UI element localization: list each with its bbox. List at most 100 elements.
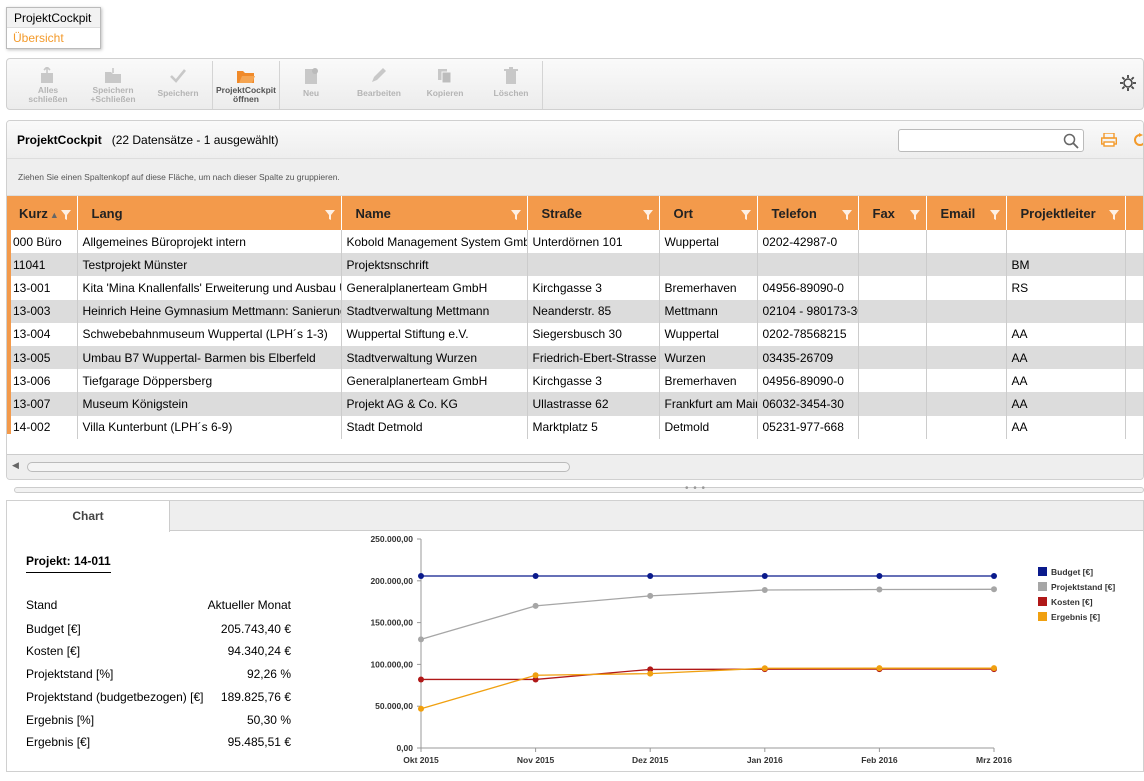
column-header-ort[interactable]: Ort: [659, 196, 758, 230]
search-icon[interactable]: [1063, 133, 1079, 149]
filter-icon[interactable]: [909, 208, 920, 223]
column-header-projektleiter[interactable]: Projektleiter: [1006, 196, 1126, 230]
scroll-left-arrow-icon[interactable]: ◀: [12, 460, 19, 471]
table-cell-projektleiter: AA: [1006, 415, 1126, 439]
projects-table: Kurz ▲ Lang Name Straße Ort Telefon Fax Email Pro…: [7, 196, 1143, 439]
y-tick-label: 150.000,00: [370, 618, 413, 628]
column-header-telefon[interactable]: Telefon: [757, 196, 859, 230]
table-row[interactable]: 13-003 Heinrich Heine Gymnasium Mettmann:…: [7, 299, 1143, 323]
toolbar-button-2[interactable]: Speichern: [147, 63, 209, 107]
table-row[interactable]: 13-004 Schwebebahnmuseum Wuppertal (LPH´s…: [7, 322, 1143, 346]
column-header-kurz[interactable]: Kurz ▲: [7, 196, 78, 230]
metric-label: Projektstand [%]: [26, 667, 114, 681]
table-cell-fax: [858, 369, 927, 393]
table-cell-overflow: [1125, 253, 1143, 277]
data-point: [532, 672, 539, 679]
table-row[interactable]: 13-007 Museum Königstein Projekt AG & Co. …: [7, 392, 1143, 416]
data-point: [418, 705, 424, 712]
panel-splitter[interactable]: • • •: [14, 483, 1144, 494]
filter-icon[interactable]: [740, 208, 751, 223]
print-icon[interactable]: [1100, 132, 1118, 150]
table-cell-email: [926, 322, 1007, 346]
group-by-hint[interactable]: Ziehen Sie einen Spaltenkopf auf diese F…: [7, 159, 1143, 196]
table-cell-ort: Bremerhaven: [659, 369, 758, 393]
project-metric-row: Projektstand [%] 92,26 %: [26, 667, 291, 681]
tab-chart[interactable]: Chart: [7, 501, 170, 532]
table-row[interactable]: 13-006 Tiefgarage Döppersberg Generalplane…: [7, 369, 1143, 393]
column-header-lang[interactable]: Lang: [77, 196, 342, 230]
metric-label: Ergebnis [%]: [26, 713, 95, 727]
toolbar-button-1[interactable]: Speichern +Schließen: [81, 63, 145, 107]
table-row[interactable]: 13-001 Kita 'Mina Knallenfalls' Erweiteru…: [7, 276, 1143, 300]
table-row[interactable]: 14-002 Villa Kunterbunt (LPH´s 6-9) Stadt …: [7, 415, 1143, 439]
table-cell-email: [926, 392, 1007, 416]
column-header-email[interactable]: Email: [926, 196, 1007, 230]
settings-gear-icon[interactable]: [1119, 74, 1137, 95]
table-cell-straße: Kirchgasse 3: [527, 276, 660, 300]
table-cell-fax: [858, 276, 927, 300]
table-cell-name: Stadtverwaltung Mettmann: [341, 299, 528, 323]
table-row[interactable]: 000 Büro Allgemeines Büroprojekt intern Ko…: [7, 230, 1143, 254]
toolbar-button-3[interactable]: ProjektCockpit öffnen: [212, 63, 280, 107]
toolbar-button-5[interactable]: Bearbeiten: [347, 63, 411, 107]
filter-icon[interactable]: [324, 208, 335, 223]
table-cell-telefon: 03435-26709: [757, 345, 859, 370]
table-cell-ort: Bremerhaven: [659, 276, 758, 300]
column-header-label: Kurz: [19, 205, 48, 221]
breadcrumb: ProjektCockpit Übersicht: [6, 7, 101, 49]
table-cell-projektleiter: AA: [1006, 369, 1126, 393]
filter-icon[interactable]: [642, 208, 653, 223]
table-cell-ort: Wuppertal: [659, 322, 758, 346]
column-header-fax[interactable]: Fax: [858, 196, 927, 230]
scrollbar-thumb[interactable]: [27, 462, 570, 472]
breadcrumb-projektcockpit[interactable]: ProjektCockpit: [7, 8, 100, 28]
toolbar-button-4[interactable]: Neu: [279, 63, 343, 107]
table-cell-name: Stadt Detmold: [341, 415, 528, 439]
toolbar-button-label: Bearbeiten: [357, 88, 401, 98]
table-cell-kurz: 13-007: [7, 392, 78, 416]
table-cell-straße: Friedrich-Ebert-Strasse 2: [527, 345, 660, 370]
toolbar-button-7[interactable]: Löschen: [479, 63, 543, 107]
search-input[interactable]: [898, 129, 1084, 152]
breadcrumb-uebersicht[interactable]: Übersicht: [7, 28, 100, 48]
toolbar-button-label: Speichern: [157, 88, 199, 98]
filter-icon[interactable]: [989, 208, 1000, 223]
table-row[interactable]: 13-005 Umbau B7 Wuppertal- Barmen bis Elb…: [7, 345, 1143, 370]
metric-label: Kosten [€]: [26, 644, 81, 658]
current-month-label: Aktueller Monat: [207, 598, 291, 612]
filter-icon[interactable]: [510, 208, 521, 223]
filter-icon[interactable]: [1108, 208, 1119, 223]
table-cell-kurz: 14-002: [7, 415, 78, 439]
close-all-icon: [17, 67, 79, 85]
metric-label: Budget [€]: [26, 622, 81, 636]
data-point: [876, 665, 883, 672]
table-cell-straße: [527, 253, 660, 277]
checkmark-icon: [147, 67, 209, 85]
new-icon: [279, 67, 343, 85]
table-cell-email: [926, 345, 1007, 370]
table-row[interactable]: 11041 Testprojekt Münster Projektsnschrift…: [7, 253, 1143, 277]
filter-icon[interactable]: [60, 208, 71, 223]
sort-ascending-icon[interactable]: ▲: [50, 210, 59, 220]
table-cell-projektleiter: AA: [1006, 345, 1126, 370]
data-point: [876, 586, 883, 593]
table-cell-kurz: 000 Büro: [7, 230, 78, 254]
column-header-straße[interactable]: Straße: [527, 196, 660, 230]
metric-value: 189.825,76 €: [220, 690, 291, 704]
toolbar-button-0[interactable]: Alles schließen: [17, 63, 79, 107]
copy-icon: [413, 67, 477, 85]
horizontal-scrollbar[interactable]: ◀: [7, 454, 1143, 479]
table-cell-fax: [858, 322, 927, 346]
toolbar-button-6[interactable]: Kopieren: [413, 63, 477, 107]
column-header-name[interactable]: Name: [341, 196, 528, 230]
toolbar: Alles schließen Speichern +Schließen Speiche…: [6, 58, 1144, 110]
metric-value: 205.743,40 €: [220, 622, 291, 636]
table-cell-lang: Kita 'Mina Knallenfalls' Erweiterung und…: [77, 276, 342, 300]
legend-label: Kosten [€]: [1051, 597, 1093, 607]
filter-icon[interactable]: [841, 208, 852, 223]
data-point: [761, 586, 768, 593]
table-cell-lang: Allgemeines Büroprojekt intern: [77, 230, 342, 254]
refresh-icon[interactable]: [1133, 133, 1143, 150]
metric-label: Ergebnis [€]: [26, 735, 91, 749]
column-header-overflow: [1125, 196, 1143, 230]
